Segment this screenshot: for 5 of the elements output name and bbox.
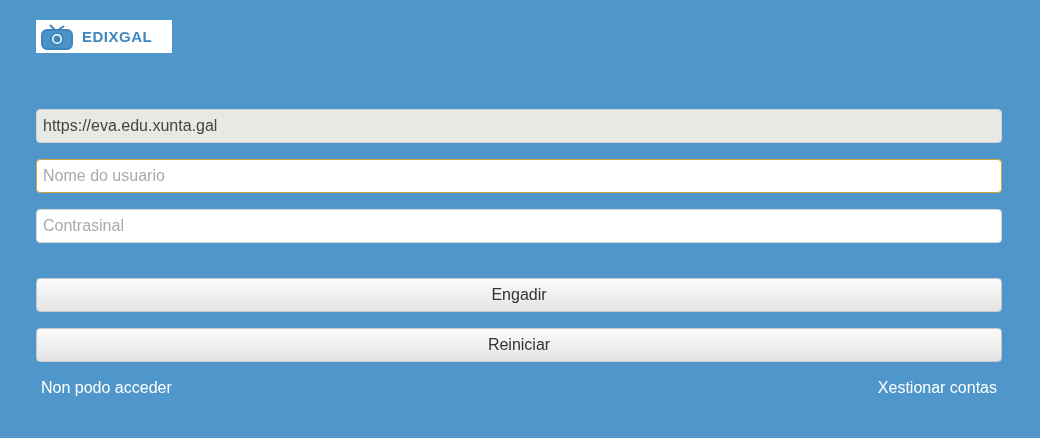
- input-field[interactable]: Nome do usuario: [36, 158, 1002, 193]
- add-button[interactable]: Engadir: [36, 277, 1002, 312]
- reset-button[interactable]: Reiniciar: [36, 327, 1002, 362]
- input-field[interactable]: Contrasinal: [36, 208, 1002, 243]
- logo-text: EDIXGAL: [82, 28, 153, 45]
